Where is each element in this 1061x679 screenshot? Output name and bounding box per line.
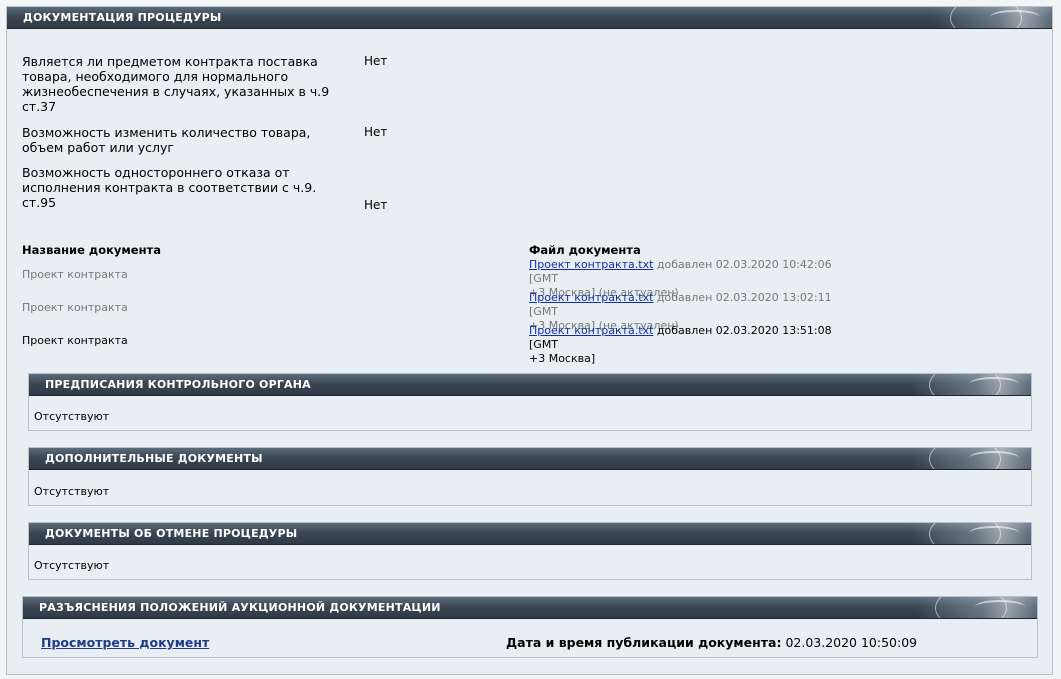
additional-docs-text: Отсутствуют [34,485,110,498]
doc-file-link-1[interactable]: Проект контракта.txt [529,258,653,271]
clarifications-header: РАЗЪЯСНЕНИЯ ПОЛОЖЕНИЙ АУКЦИОННОЙ ДОКУМЕН… [23,597,1037,619]
question-label-life-support: Является ли предметом контракта поставка… [22,54,330,114]
question-value-life-support: Нет [364,54,388,68]
globe-decoration-icon [911,374,1031,395]
question-label-unilateral-refusal: Возможность одностороннего отказа от исп… [22,165,317,210]
clarifications-title: РАЗЪЯСНЕНИЯ ПОЛОЖЕНИЙ АУКЦИОННОЙ ДОКУМЕН… [39,601,441,614]
cancellation-docs-header: ДОКУМЕНТЫ ОБ ОТМЕНЕ ПРОЦЕДУРЫ [29,523,1031,545]
procedure-documentation-header: ДОКУМЕНТАЦИЯ ПРОЦЕДУРЫ [7,7,1052,29]
question-value-unilateral-refusal: Нет [364,198,388,212]
publication-datetime: Дата и время публикации документа: 02.03… [506,635,917,650]
globe-decoration-icon [911,448,1031,469]
cancellation-docs-text: Отсутствуют [34,559,110,572]
view-document-link[interactable]: Просмотреть документ [41,635,209,650]
doc-name-row-1: Проект контракта [22,268,128,281]
procedure-documentation-title: ДОКУМЕНТАЦИЯ ПРОЦЕДУРЫ [23,11,222,24]
doc-name-column-header: Название документа [22,243,161,257]
doc-name-row-2: Проект контракта [22,301,128,314]
doc-file-column-header: Файл документа [529,243,641,257]
doc-file-meta-3b: +3 Москва] [529,352,596,365]
additional-docs-title: ДОПОЛНИТЕЛЬНЫЕ ДОКУМЕНТЫ [45,452,263,465]
globe-decoration-icon [917,597,1037,618]
doc-file-link-2[interactable]: Проект контракта.txt [529,291,653,304]
control-orders-text: Отсутствуют [34,410,110,423]
question-value-change-quantity: Нет [364,125,388,139]
doc-file-link-3[interactable]: Проект контракта.txt [529,324,653,337]
doc-name-row-3: Проект контракта [22,334,128,347]
publication-datetime-value: 02.03.2020 10:50:09 [785,635,918,650]
question-label-change-quantity: Возможность изменить количество товара, … [22,125,311,155]
globe-decoration-icon [932,7,1052,28]
additional-docs-header: ДОПОЛНИТЕЛЬНЫЕ ДОКУМЕНТЫ [29,448,1031,470]
doc-file-row-3: Проект контракта.txt добавлен 02.03.2020… [529,324,859,366]
globe-decoration-icon [911,523,1031,544]
control-orders-title: ПРЕДПИСАНИЯ КОНТРОЛЬНОГО ОРГАНА [45,378,311,391]
publication-datetime-label: Дата и время публикации документа: [506,635,782,650]
control-orders-header: ПРЕДПИСАНИЯ КОНТРОЛЬНОГО ОРГАНА [29,374,1031,396]
cancellation-docs-title: ДОКУМЕНТЫ ОБ ОТМЕНЕ ПРОЦЕДУРЫ [45,527,298,540]
